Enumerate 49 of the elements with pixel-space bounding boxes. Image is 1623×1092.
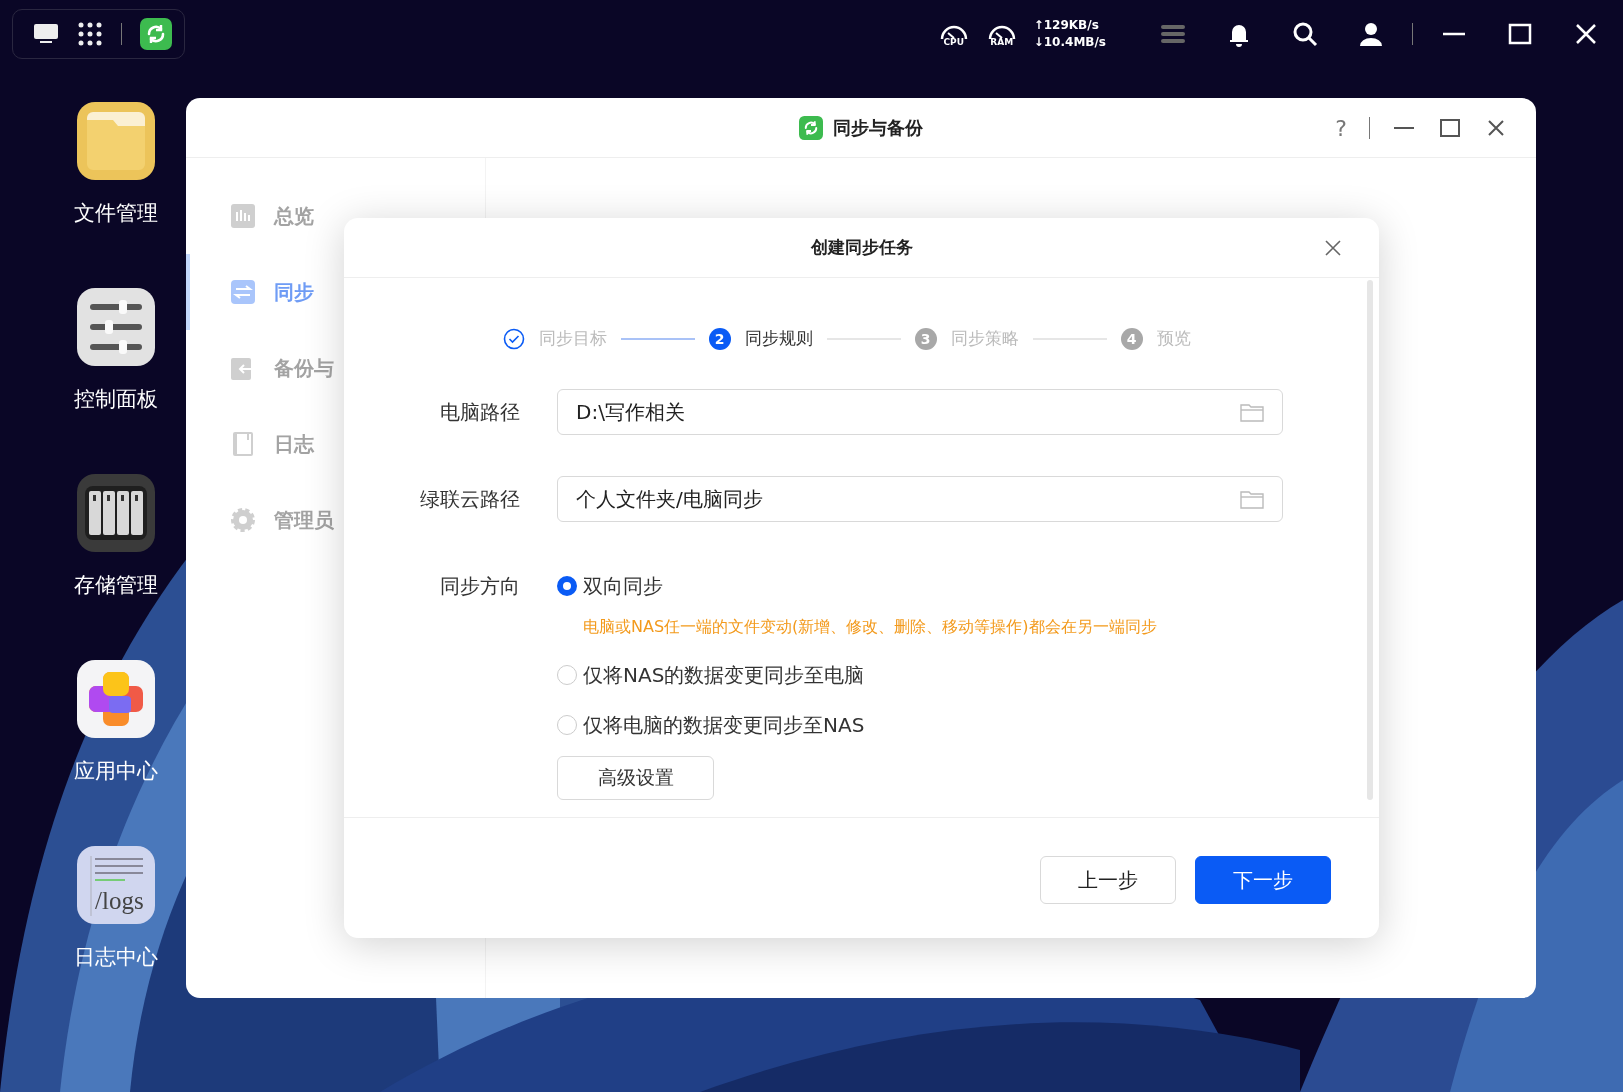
radio-label[interactable]: 双向同步 [583, 572, 663, 600]
field-label: 电脑路径 [439, 399, 520, 426]
next-button[interactable]: 下一步 [1195, 856, 1331, 904]
logs-app-icon[interactable]: /logs [77, 846, 155, 924]
field-label: 同步方向 [439, 573, 520, 600]
user-icon[interactable] [1357, 20, 1385, 48]
field-value: D:\写作相关 [576, 398, 685, 426]
desktop-icon-label[interactable]: 存储管理 [74, 572, 158, 598]
desktop-icon-label[interactable]: 日志中心 [74, 944, 158, 970]
folder-icon[interactable] [77, 102, 155, 180]
upload-speed: ↑129KB/s [1033, 17, 1100, 34]
desktop-icon-label[interactable]: 应用中心 [74, 758, 158, 784]
hint-text: 电脑或NAS任一端的文件变动(新增、修改、删除、移动等操作)都会在另一端同步 [583, 617, 1157, 638]
desktop-icon[interactable] [33, 22, 59, 46]
field-value: 个人文件夹/电脑同步 [576, 485, 763, 513]
radio-label[interactable]: 仅将NAS的数据变更同步至电脑 [583, 661, 865, 689]
sliders-icon[interactable] [77, 288, 155, 366]
step-label: 同步策略 [950, 327, 1019, 350]
step-label: 同步规则 [744, 327, 813, 350]
radio-label[interactable]: 仅将电脑的数据变更同步至NAS [583, 711, 865, 739]
step-label: 同步目标 [538, 327, 607, 350]
desktop-icon-label[interactable]: 控制面板 [74, 386, 158, 412]
search-icon[interactable] [1291, 20, 1319, 48]
step-number: 3 [914, 327, 937, 350]
chart-icon [230, 203, 256, 229]
maximize-icon[interactable] [1438, 116, 1462, 140]
desktop-icon-label[interactable]: 文件管理 [74, 200, 158, 226]
sync-app-icon[interactable] [140, 18, 172, 50]
field-label: 绿联云路径 [419, 486, 520, 513]
step-label: 预览 [1156, 327, 1191, 350]
radio-button[interactable] [557, 576, 577, 596]
ram-label: RAM [990, 37, 1014, 47]
cpu-label: CPU [943, 37, 964, 47]
drives-icon[interactable] [77, 474, 155, 552]
path-field[interactable]: D:\写作相关 [557, 389, 1283, 435]
dialog-title: 创建同步任务 [810, 236, 913, 259]
swap-icon [230, 279, 256, 305]
app-center-icon[interactable] [77, 660, 155, 738]
path-field[interactable]: 个人文件夹/电脑同步 [557, 476, 1283, 522]
step-number: 4 [1120, 327, 1143, 350]
advanced-settings-button[interactable]: 高级设置 [557, 756, 714, 800]
back-button[interactable]: 上一步 [1040, 856, 1176, 904]
gear-icon [230, 507, 256, 533]
app-grid-icon[interactable] [77, 21, 103, 47]
window-title: 同步与备份 [833, 115, 923, 140]
step-number: 2 [708, 327, 731, 350]
download-speed: ↓10.4MB/s [1033, 34, 1106, 51]
help-button[interactable]: ? [1335, 115, 1347, 141]
book-icon [230, 431, 256, 457]
